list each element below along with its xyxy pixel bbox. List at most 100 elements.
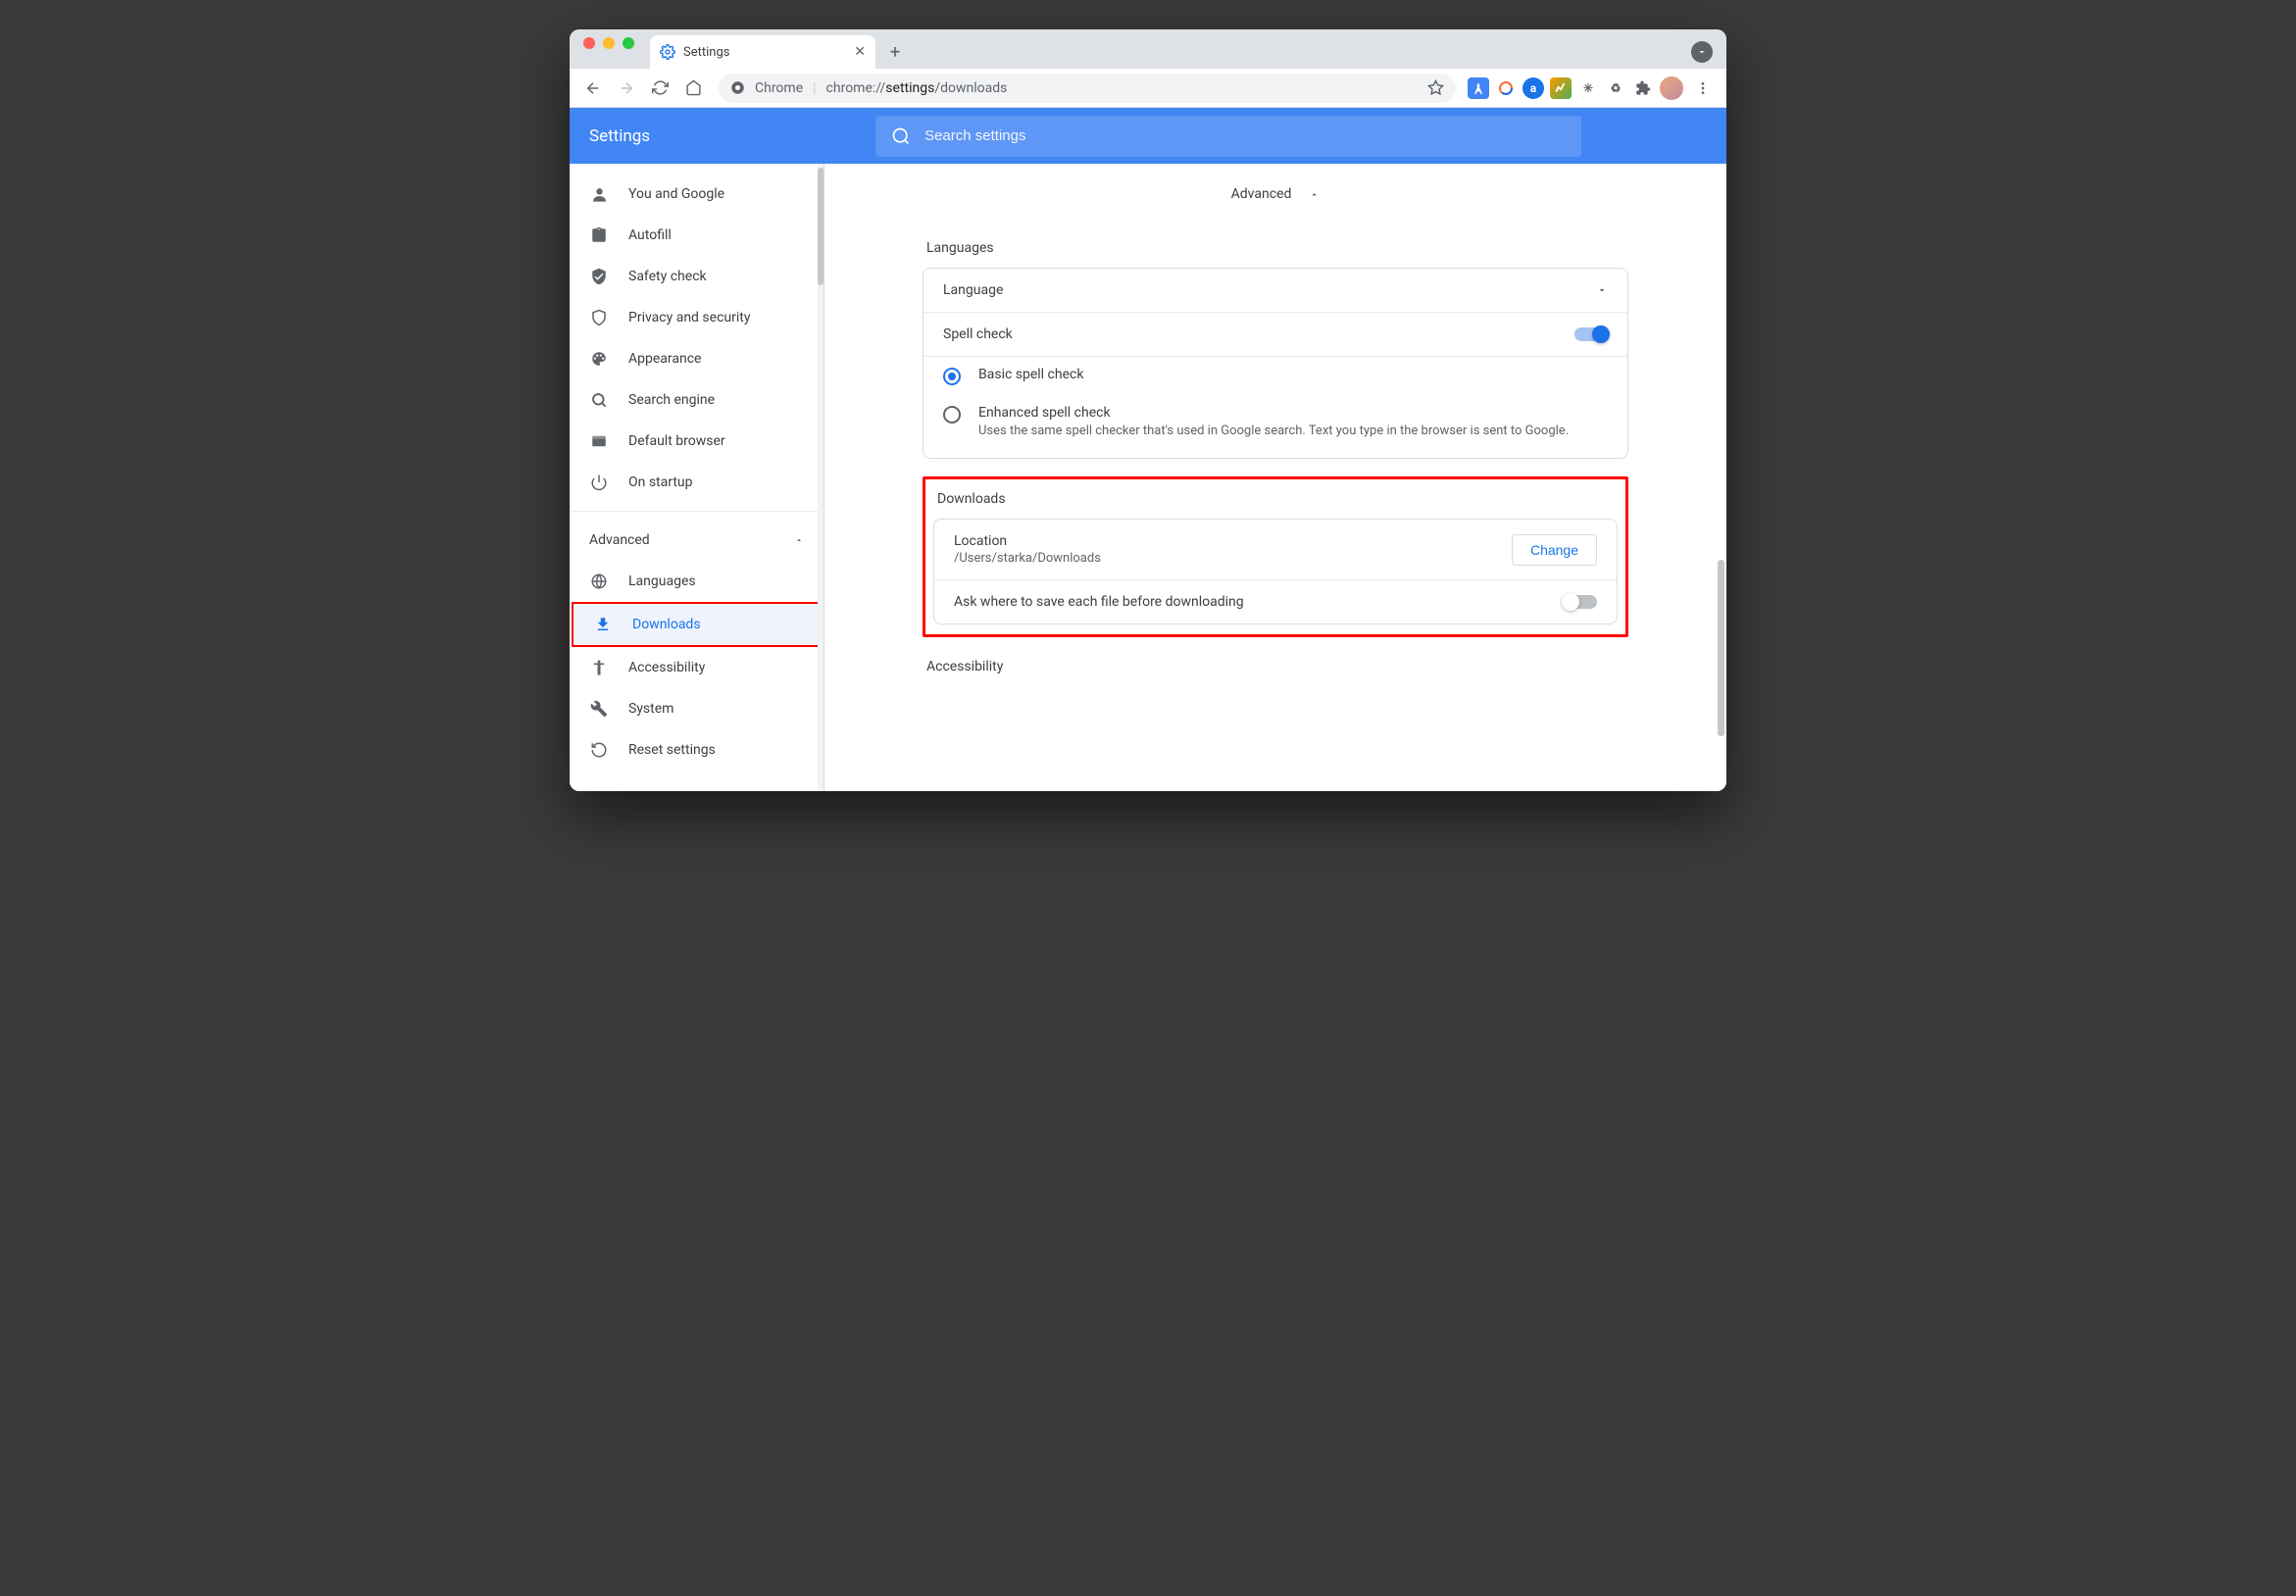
sidebar-item-appearance[interactable]: Appearance	[570, 338, 824, 379]
search-tabs-button[interactable]	[1691, 41, 1713, 63]
person-icon	[589, 185, 609, 204]
profile-avatar[interactable]	[1660, 76, 1683, 100]
spellcheck-row: Spell check	[923, 313, 1627, 357]
back-button[interactable]	[579, 75, 607, 102]
sidebar-item-accessibility[interactable]: Accessibility	[570, 647, 824, 688]
settings-search[interactable]	[875, 116, 1581, 157]
ask-before-download-row: Ask where to save each file before downl…	[934, 580, 1617, 623]
sidebar-item-label: Accessibility	[628, 660, 705, 675]
sidebar-item-label: Safety check	[628, 269, 707, 284]
enhanced-spellcheck-desc: Uses the same spell checker that's used …	[978, 423, 1569, 440]
bookmark-star-icon[interactable]	[1427, 79, 1444, 96]
accessibility-icon	[589, 659, 609, 676]
new-tab-button[interactable]: +	[881, 38, 909, 66]
sidebar-item-label: Search engine	[628, 392, 715, 408]
kebab-menu-icon[interactable]	[1689, 75, 1717, 102]
sidebar-item-autofill[interactable]: Autofill	[570, 215, 824, 256]
language-label: Language	[943, 282, 1003, 298]
wrench-icon	[589, 700, 609, 718]
location-value: /Users/starka/Downloads	[954, 551, 1101, 566]
sidebar-item-label: Downloads	[632, 617, 701, 632]
advanced-heading: Advanced	[1231, 186, 1292, 202]
language-row[interactable]: Language	[923, 269, 1627, 313]
sidebar-item-privacy[interactable]: Privacy and security	[570, 297, 824, 338]
chevron-down-icon	[1596, 284, 1608, 296]
sidebar-item-label: Privacy and security	[628, 310, 750, 325]
extension-translate-icon[interactable]	[1468, 77, 1489, 99]
sidebar-section-advanced[interactable]: Advanced	[570, 520, 824, 561]
section-title-languages: Languages	[926, 240, 1628, 256]
extension-icon[interactable]: ♻	[1605, 77, 1626, 99]
browser-toolbar: Chrome | chrome://settings/downloads a ✳…	[570, 69, 1726, 108]
reload-button[interactable]	[646, 75, 674, 102]
radio-basic[interactable]	[943, 368, 961, 385]
sidebar-item-safety-check[interactable]: Safety check	[570, 256, 824, 297]
annotation-highlight-box: Downloads	[572, 602, 822, 647]
power-icon	[589, 474, 609, 491]
window-controls	[581, 29, 642, 63]
restore-icon	[589, 741, 609, 759]
basic-spellcheck-option[interactable]: Basic spell check	[923, 357, 1627, 395]
main-scrollbar[interactable]	[1718, 168, 1724, 791]
globe-icon	[589, 573, 609, 590]
sidebar-item-you-and-google[interactable]: You and Google	[570, 174, 824, 215]
sidebar-item-system[interactable]: System	[570, 688, 824, 729]
extension-icon[interactable]: ✳	[1577, 77, 1599, 99]
sidebar-item-label: On startup	[628, 474, 693, 490]
window-minimize-button[interactable]	[603, 37, 615, 49]
advanced-heading-row[interactable]: Advanced	[923, 170, 1628, 219]
search-input[interactable]	[924, 127, 1566, 144]
enhanced-spellcheck-option[interactable]: Enhanced spell check Uses the same spell…	[923, 395, 1627, 458]
sidebar-item-label: System	[628, 701, 674, 717]
ask-label: Ask where to save each file before downl…	[954, 594, 1244, 610]
search-icon	[589, 391, 609, 409]
sidebar-item-downloads[interactable]: Downloads	[574, 604, 820, 645]
sidebar-item-reset[interactable]: Reset settings	[570, 729, 824, 771]
change-location-button[interactable]: Change	[1512, 534, 1597, 566]
settings-header: Settings	[570, 108, 1726, 164]
ask-before-download-toggle[interactable]	[1564, 595, 1597, 609]
chevron-up-icon	[1309, 189, 1320, 200]
search-icon	[891, 126, 911, 146]
content-area: You and Google Autofill Safety check Pri…	[570, 164, 1726, 791]
section-title-accessibility: Accessibility	[926, 659, 1628, 674]
tab-title: Settings	[683, 45, 729, 60]
annotation-highlight-box: Downloads Location /Users/starka/Downloa…	[923, 476, 1628, 637]
sidebar-item-on-startup[interactable]: On startup	[570, 462, 824, 503]
extension-icon[interactable]: a	[1522, 77, 1544, 99]
window-close-button[interactable]	[583, 37, 595, 49]
clipboard-icon	[589, 226, 609, 244]
window-zoom-button[interactable]	[623, 37, 634, 49]
sidebar-item-search-engine[interactable]: Search engine	[570, 379, 824, 421]
section-title-downloads: Downloads	[937, 491, 1618, 507]
sidebar-item-label: Appearance	[628, 351, 701, 367]
extension-icon[interactable]	[1495, 77, 1517, 99]
enhanced-spellcheck-label: Enhanced spell check	[978, 405, 1569, 421]
url-text: chrome://settings/downloads	[826, 80, 1008, 96]
home-button[interactable]	[679, 75, 707, 102]
gear-icon	[660, 44, 675, 60]
forward-button[interactable]	[613, 75, 640, 102]
page-title: Settings	[589, 126, 650, 146]
browser-tab[interactable]: Settings ✕	[650, 35, 875, 69]
spellcheck-toggle[interactable]	[1574, 327, 1608, 341]
sidebar-item-default-browser[interactable]: Default browser	[570, 421, 824, 462]
sidebar: You and Google Autofill Safety check Pri…	[570, 164, 824, 791]
sidebar-section-label: Advanced	[589, 532, 650, 548]
sidebar-item-label: Default browser	[628, 433, 725, 449]
address-bar[interactable]: Chrome | chrome://settings/downloads	[719, 74, 1456, 103]
extensions-puzzle-icon[interactable]	[1632, 77, 1654, 99]
download-location-row: Location /Users/starka/Downloads Change	[934, 520, 1617, 580]
chevron-up-icon	[794, 535, 804, 545]
location-label: Location	[954, 533, 1101, 549]
browser-window: Settings ✕ + Chrome | chrome://settings/…	[570, 29, 1726, 791]
extension-icon[interactable]	[1550, 77, 1572, 99]
sidebar-item-languages[interactable]: Languages	[570, 561, 824, 602]
radio-enhanced[interactable]	[943, 406, 961, 424]
basic-spellcheck-label: Basic spell check	[978, 367, 1083, 382]
palette-icon	[589, 350, 609, 368]
sidebar-scrollbar[interactable]	[818, 164, 824, 791]
download-icon	[593, 616, 613, 633]
tab-close-button[interactable]: ✕	[854, 44, 866, 60]
downloads-card: Location /Users/starka/Downloads Change …	[933, 519, 1618, 624]
